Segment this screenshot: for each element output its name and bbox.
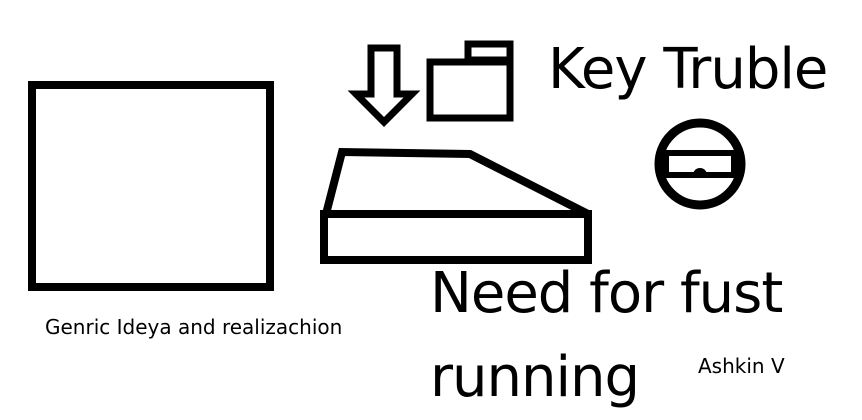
subtitle-text: Need for fust running	[430, 261, 783, 410]
download-arrow-icon	[347, 44, 421, 127]
page-title: Key Truble	[548, 37, 828, 102]
blank-image-frame	[28, 81, 274, 291]
caption-text: Genric Ideya and realizachion	[45, 315, 343, 339]
folder-icon	[426, 40, 514, 122]
keyboard-icon	[320, 147, 592, 264]
author-name: Ashkin V	[698, 354, 785, 378]
lock-icon	[654, 118, 746, 210]
